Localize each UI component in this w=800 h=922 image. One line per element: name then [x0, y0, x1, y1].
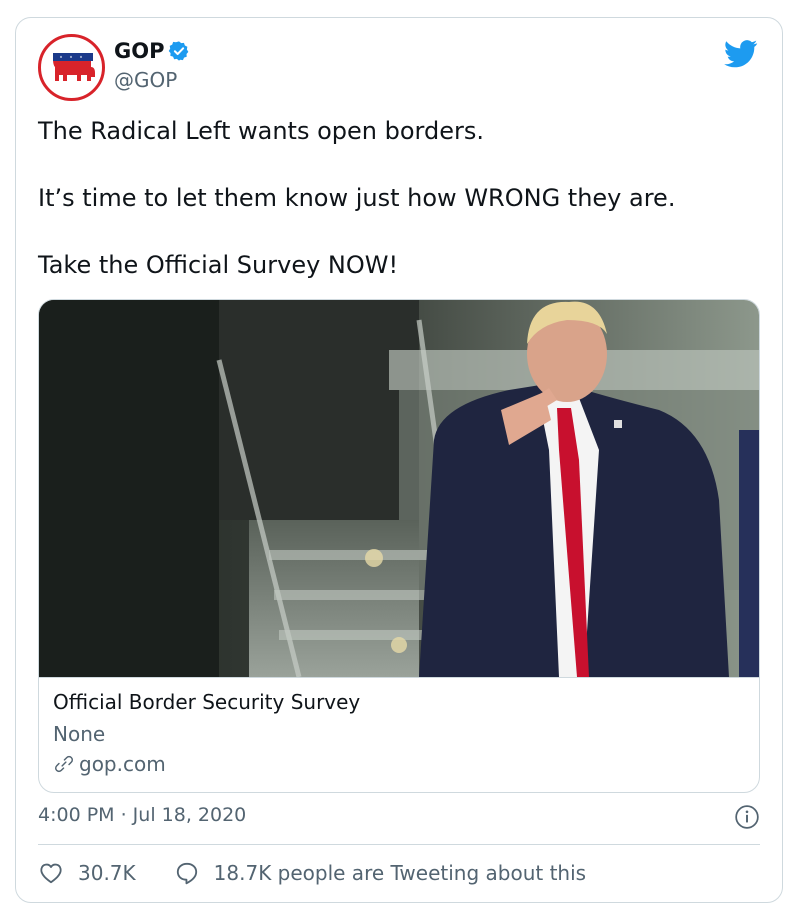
timestamp[interactable]: 4:00 PM · Jul 18, 2020 — [38, 804, 246, 826]
conversation-link[interactable]: 18.7K people are Tweeting about this — [174, 860, 586, 886]
card-image[interactable] — [39, 300, 760, 677]
link-preview-card[interactable]: Official Border Security Survey None gop… — [38, 299, 760, 793]
info-icon[interactable] — [734, 804, 760, 830]
card-description: None — [53, 722, 106, 746]
card-title[interactable]: Official Border Security Survey — [53, 690, 360, 714]
link-icon — [55, 755, 73, 773]
card-domain-text[interactable]: gop.com — [79, 752, 166, 776]
like-count: 30.7K — [78, 861, 136, 885]
actions-bar: 30.7K 18.7K people are Tweeting about th… — [38, 858, 586, 888]
like-button[interactable]: 30.7K — [38, 860, 136, 886]
card-divider — [39, 677, 759, 678]
republican-elephant-icon — [53, 53, 95, 81]
heart-icon — [40, 863, 62, 884]
card-domain[interactable]: gop.com — [53, 752, 166, 776]
user-handle[interactable]: @GOP — [114, 68, 177, 92]
tweet-line: The Radical Left wants open borders. — [38, 117, 484, 145]
tweet-card[interactable]: GOP @GOP The Radical Left wants open bor… — [15, 17, 783, 903]
display-name[interactable]: GOP — [114, 39, 164, 63]
verified-badge-icon — [168, 41, 189, 61]
avatar[interactable] — [38, 34, 105, 101]
meta-divider — [38, 844, 760, 845]
tweet-line: Take the Official Survey NOW! — [38, 251, 399, 279]
tweet-line: It’s time to let them know just how WRON… — [38, 184, 676, 212]
conversation-text[interactable]: 18.7K people are Tweeting about this — [214, 861, 586, 885]
twitter-bird-icon[interactable] — [724, 40, 758, 68]
speech-bubble-icon — [176, 862, 197, 885]
